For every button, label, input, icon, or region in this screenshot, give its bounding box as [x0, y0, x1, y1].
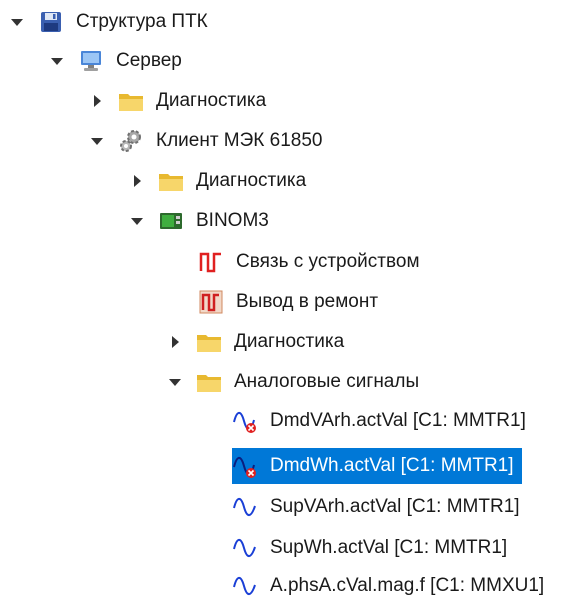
tree-node-label: Диагностика	[196, 170, 307, 191]
tree-node-analog-signals[interactable]: Аналоговые сигналы	[168, 364, 423, 400]
signal-icon	[198, 249, 224, 275]
analog-icon	[232, 494, 258, 520]
collapse-arrow-icon[interactable]	[168, 375, 182, 389]
tree-node-label: DmdWh.actVal [C1: MMTR1]	[266, 451, 518, 481]
tree-node-label: BINOM3	[196, 210, 269, 231]
folder-icon	[196, 369, 222, 395]
tree-node-label: Аналоговые сигналы	[234, 371, 420, 392]
tree-node-signal[interactable]: A.phsA.cVal.mag.f [C1: MMXU1]	[232, 568, 548, 604]
expand-arrow-icon[interactable]	[168, 335, 182, 349]
tree-node-client-diagnostics[interactable]: Диагностика	[130, 163, 310, 199]
collapse-arrow-icon[interactable]	[130, 214, 144, 228]
tree-node-label: Сервер	[116, 50, 182, 71]
tree-node-label: SupWh.actVal [C1: MMTR1]	[270, 537, 508, 558]
tree-node-signal[interactable]: SupVArh.actVal [C1: MMTR1]	[232, 489, 524, 525]
tree-node-label: Диагностика	[234, 331, 345, 352]
repair-icon	[198, 289, 224, 315]
expand-arrow-icon[interactable]	[130, 174, 144, 188]
tree-node-label: Клиент МЭК 61850	[156, 130, 323, 151]
tree-node-root[interactable]: Структура ПТК	[10, 4, 212, 40]
tree-node-server-diagnostics[interactable]: Диагностика	[90, 83, 270, 119]
tree-node-client[interactable]: Клиент МЭК 61850	[90, 123, 326, 159]
collapse-arrow-icon[interactable]	[10, 15, 24, 29]
tree-node-label: DmdVArh.actVal [C1: MMTR1]	[270, 410, 526, 431]
analog-icon	[232, 573, 258, 599]
tree-node-label: Вывод в ремонт	[236, 291, 379, 312]
collapse-arrow-icon[interactable]	[90, 134, 104, 148]
computer-icon	[78, 48, 104, 74]
gear-icon	[118, 128, 144, 154]
collapse-arrow-icon[interactable]	[50, 54, 64, 68]
tree-node-signal[interactable]: SupWh.actVal [C1: MMTR1]	[232, 530, 511, 566]
tree-node-link[interactable]: Связь с устройством	[198, 244, 424, 280]
tree-node-device[interactable]: BINOM3	[130, 203, 273, 239]
tree-node-repair[interactable]: Вывод в ремонт	[198, 284, 382, 320]
analog-error-icon	[232, 408, 258, 434]
tree-node-label: Структура ПТК	[76, 11, 208, 32]
expand-arrow-icon[interactable]	[90, 94, 104, 108]
analog-icon	[232, 535, 258, 561]
device-icon	[158, 208, 184, 234]
tree-node-label: SupVArh.actVal [C1: MMTR1]	[270, 496, 520, 517]
folder-icon	[158, 168, 184, 194]
tree-node-signal-selected[interactable]: DmdWh.actVal [C1: MMTR1]	[232, 448, 522, 484]
folder-icon	[196, 329, 222, 355]
tree-node-label: Диагностика	[156, 90, 267, 111]
tree-node-server[interactable]: Сервер	[50, 43, 186, 79]
tree-node-device-diagnostics[interactable]: Диагностика	[168, 324, 348, 360]
folder-icon	[118, 88, 144, 114]
save-icon	[38, 9, 64, 35]
tree-node-signal[interactable]: DmdVArh.actVal [C1: MMTR1]	[232, 403, 530, 439]
project-tree: Структура ПТК Сервер Диагностика Клиент …	[0, 0, 576, 597]
tree-node-label: Связь с устройством	[236, 251, 420, 272]
analog-error-icon	[232, 453, 258, 479]
